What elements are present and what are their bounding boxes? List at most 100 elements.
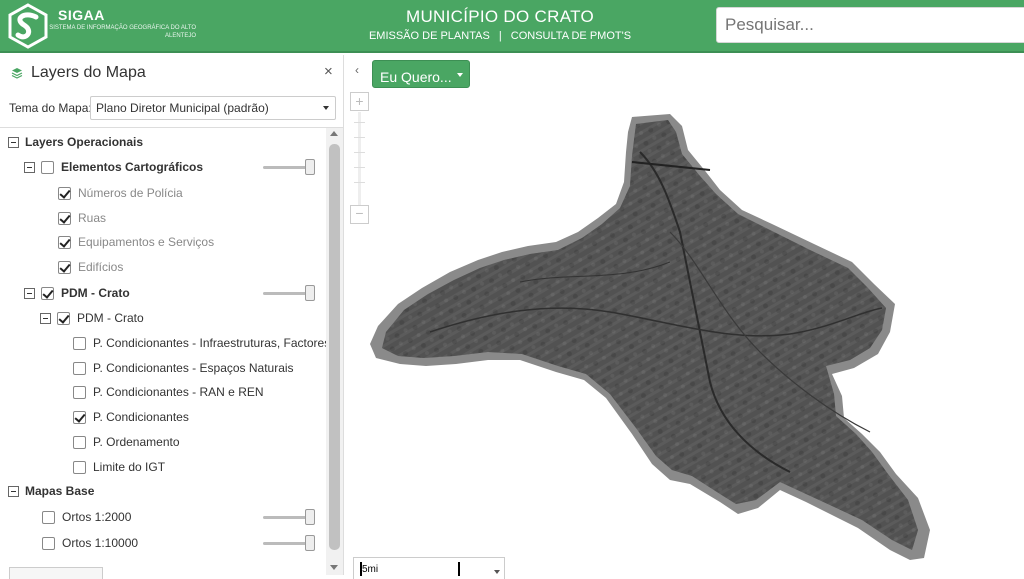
opacity-slider-ortos10000[interactable] — [263, 535, 315, 551]
zoom-out-button[interactable]: − — [350, 205, 369, 224]
opacity-slider-ortos2000[interactable] — [263, 509, 315, 525]
tree-group-operacionais[interactable]: Layers Operacionais — [8, 132, 143, 152]
zoom-slider-track[interactable] — [358, 112, 361, 205]
tree-item-ortos10000[interactable]: Ortos 1:10000 — [42, 533, 138, 553]
zoom-tick — [354, 137, 365, 138]
panel-footer-button[interactable] — [9, 567, 103, 579]
tree-label: PDM - Crato — [61, 286, 130, 300]
tree-label: Limite do IGT — [93, 460, 166, 474]
tree-label: P. Condicionantes - Espaços Naturais — [93, 361, 294, 375]
municipality-map-image — [370, 114, 930, 560]
divider — [0, 127, 344, 128]
slider-thumb[interactable] — [305, 535, 315, 551]
checkbox[interactable] — [73, 385, 86, 399]
logo-name: SIGAA — [58, 7, 105, 23]
zoom-control: + − — [350, 92, 369, 224]
tree-label: Ortos 1:10000 — [62, 536, 139, 550]
tree-label: Ruas — [78, 211, 107, 225]
sigaa-logo-icon[interactable] — [6, 3, 50, 49]
zoom-in-button[interactable]: + — [350, 92, 369, 111]
checkbox[interactable] — [73, 460, 86, 474]
checkbox[interactable] — [41, 160, 54, 174]
checkbox[interactable] — [41, 286, 54, 300]
caret-down-icon[interactable] — [494, 570, 500, 574]
header-subnav: EMISSÃO DE PLANTAS | CONSULTA DE PMOT'S — [320, 30, 680, 42]
scale-label: 5mi — [362, 564, 379, 575]
theme-select-value: Plano Diretor Municipal (padrão) — [96, 101, 269, 115]
tree-item-edificios[interactable]: Edifícios — [58, 257, 123, 277]
zoom-tick — [354, 152, 365, 153]
checkbox[interactable] — [42, 510, 55, 524]
scroll-down-icon[interactable] — [330, 565, 338, 570]
checkbox[interactable] — [58, 186, 71, 200]
tree-label: P. Condicionantes — [93, 410, 189, 424]
tree-item-condicionantes[interactable]: P. Condicionantes — [73, 407, 189, 427]
slider-thumb[interactable] — [305, 285, 315, 301]
checkbox[interactable] — [58, 211, 71, 225]
tree-label: Layers Operacionais — [25, 135, 144, 149]
theme-select[interactable]: Plano Diretor Municipal (padrão) — [90, 96, 336, 120]
checkbox[interactable] — [73, 361, 86, 375]
tree-label: Equipamentos e Serviços — [78, 235, 215, 249]
tree-label: Ortos 1:2000 — [62, 510, 132, 524]
eu-quero-label: Eu Quero... — [380, 68, 452, 85]
emissao-plantas-link[interactable]: EMISSÃO DE PLANTAS — [369, 30, 490, 42]
checkbox[interactable] — [58, 235, 71, 249]
checkbox[interactable] — [58, 260, 71, 274]
eu-quero-button[interactable]: Eu Quero... — [372, 60, 470, 88]
collapse-icon[interactable] — [8, 136, 19, 148]
collapse-icon[interactable] — [24, 287, 35, 299]
checkbox[interactable] — [73, 410, 86, 424]
tree-label: P. Ordenamento — [93, 435, 180, 449]
zoom-tick — [354, 122, 365, 123]
scroll-up-icon[interactable] — [330, 131, 338, 136]
tree-label: Mapas Base — [25, 484, 95, 498]
tree-group-base[interactable]: Mapas Base — [8, 481, 94, 501]
slider-thumb[interactable] — [305, 509, 315, 525]
tree-item-ruas[interactable]: Ruas — [58, 208, 106, 228]
tree-scrollbar[interactable] — [326, 128, 343, 575]
tree-item-limite[interactable]: Limite do IGT — [73, 457, 165, 477]
tree-item-ran[interactable]: P. Condicionantes - RAN e REN — [73, 382, 264, 402]
close-icon[interactable]: × — [324, 63, 333, 80]
panel-header: Layers do Mapa × — [0, 55, 344, 91]
scrollbar-thumb[interactable] — [329, 144, 340, 550]
checkbox[interactable] — [42, 536, 55, 550]
collapse-icon[interactable] — [8, 485, 19, 497]
opacity-slider-elementos[interactable] — [263, 159, 315, 175]
consulta-pmots-link[interactable]: CONSULTA DE PMOT'S — [511, 30, 631, 42]
caret-down-icon — [457, 73, 463, 77]
collapse-icon[interactable] — [24, 161, 35, 173]
tree-item-pdm-child[interactable]: PDM - Crato — [40, 308, 144, 328]
theme-label: Tema do Mapa: — [9, 101, 92, 115]
layers-panel: Layers do Mapa × Tema do Mapa: Plano Dir… — [0, 55, 344, 579]
app-header: SIGAA SISTEMA DE INFORMAÇÃO GEOGRÁFICA D… — [0, 0, 1024, 53]
tree-label: P. Condicionantes - Infraestruturas, Fac… — [93, 336, 331, 350]
tree-item-equipamentos[interactable]: Equipamentos e Serviços — [58, 232, 214, 252]
page-title: MUNICÍPIO DO CRATO — [405, 7, 594, 26]
collapse-icon[interactable] — [40, 312, 51, 324]
checkbox[interactable] — [73, 336, 86, 350]
checkbox[interactable] — [57, 311, 70, 325]
scale-tick — [458, 562, 460, 576]
caret-down-icon — [323, 106, 329, 110]
map-view[interactable]: ‹ Eu Quero... + − 5mi — [345, 55, 1024, 579]
tree-item-numeros[interactable]: Números de Polícia — [58, 183, 183, 203]
slider-thumb[interactable] — [305, 159, 315, 175]
search-input[interactable] — [716, 7, 1024, 43]
tree-item-pdm[interactable]: PDM - Crato — [24, 283, 130, 303]
collapse-panel-icon[interactable]: ‹ — [349, 63, 365, 81]
tree-label: Edifícios — [78, 260, 124, 274]
tree-label: P. Condicionantes - RAN e REN — [93, 385, 264, 399]
tree-item-infra[interactable]: P. Condicionantes - Infraestruturas, Fac… — [73, 333, 330, 353]
tree-item-ortos2000[interactable]: Ortos 1:2000 — [42, 507, 131, 527]
tree-label: Números de Polícia — [78, 186, 183, 200]
scale-bar: 5mi — [353, 557, 505, 579]
zoom-tick — [354, 182, 365, 183]
tree-item-elementos[interactable]: Elementos Cartográficos — [24, 157, 203, 177]
tree-label: PDM - Crato — [77, 311, 144, 325]
checkbox[interactable] — [73, 435, 86, 449]
opacity-slider-pdm[interactable] — [263, 285, 315, 301]
tree-item-naturais[interactable]: P. Condicionantes - Espaços Naturais — [73, 358, 294, 378]
tree-item-ordenamento[interactable]: P. Ordenamento — [73, 432, 180, 452]
